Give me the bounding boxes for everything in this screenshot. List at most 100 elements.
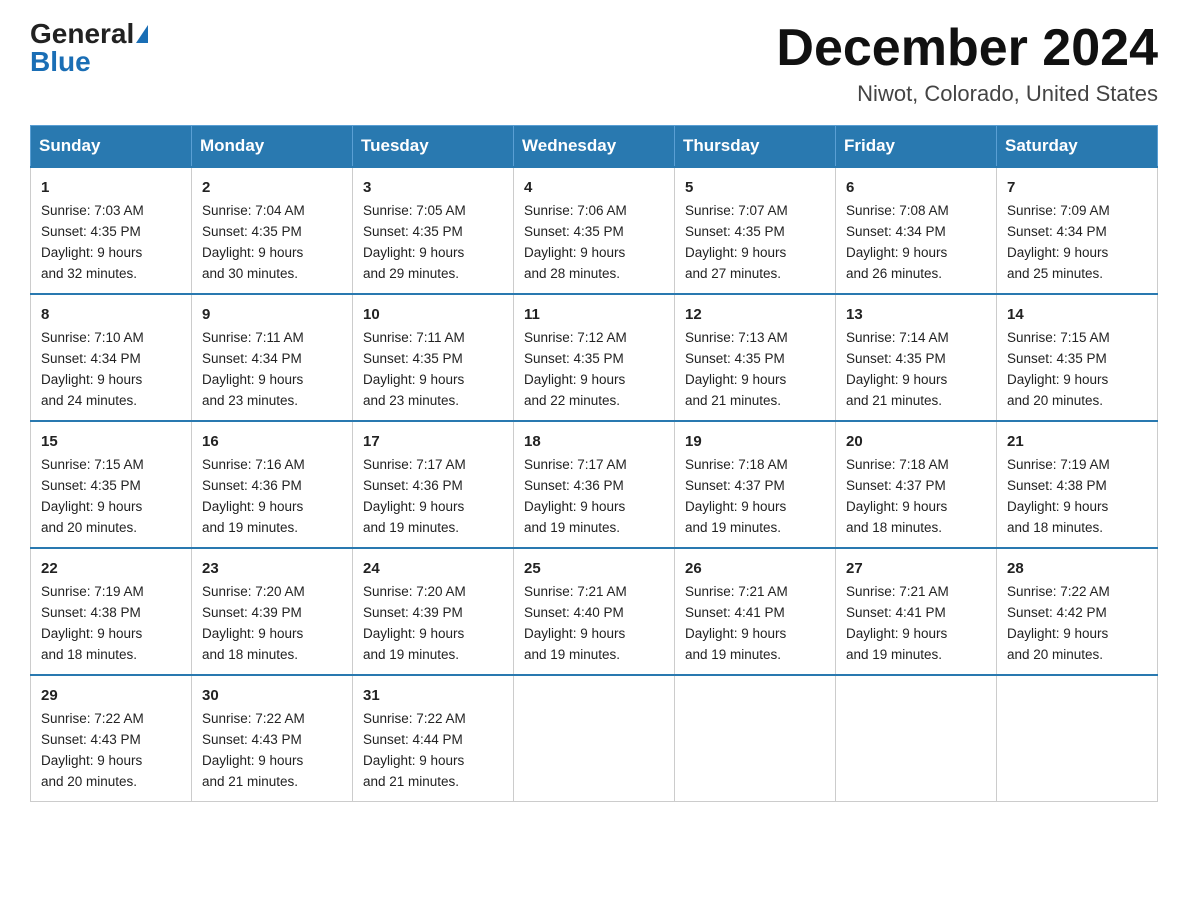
- day-info: Sunrise: 7:07 AMSunset: 4:35 PMDaylight:…: [685, 203, 788, 281]
- day-info: Sunrise: 7:12 AMSunset: 4:35 PMDaylight:…: [524, 330, 627, 408]
- day-number: 4: [524, 176, 664, 199]
- calendar-day-23: 23 Sunrise: 7:20 AMSunset: 4:39 PMDayligh…: [192, 548, 353, 675]
- day-info: Sunrise: 7:06 AMSunset: 4:35 PMDaylight:…: [524, 203, 627, 281]
- calendar-day-12: 12 Sunrise: 7:13 AMSunset: 4:35 PMDayligh…: [675, 294, 836, 421]
- calendar-day-21: 21 Sunrise: 7:19 AMSunset: 4:38 PMDayligh…: [997, 421, 1158, 548]
- calendar-table: SundayMondayTuesdayWednesdayThursdayFrid…: [30, 125, 1158, 802]
- day-info: Sunrise: 7:05 AMSunset: 4:35 PMDaylight:…: [363, 203, 466, 281]
- day-info: Sunrise: 7:13 AMSunset: 4:35 PMDaylight:…: [685, 330, 788, 408]
- day-info: Sunrise: 7:22 AMSunset: 4:43 PMDaylight:…: [41, 711, 144, 789]
- day-number: 24: [363, 557, 503, 580]
- calendar-empty-cell: [997, 675, 1158, 801]
- day-info: Sunrise: 7:22 AMSunset: 4:42 PMDaylight:…: [1007, 584, 1110, 662]
- day-info: Sunrise: 7:10 AMSunset: 4:34 PMDaylight:…: [41, 330, 144, 408]
- day-number: 31: [363, 684, 503, 707]
- calendar-day-17: 17 Sunrise: 7:17 AMSunset: 4:36 PMDayligh…: [353, 421, 514, 548]
- logo-triangle-icon: [136, 25, 148, 43]
- calendar-day-3: 3 Sunrise: 7:05 AMSunset: 4:35 PMDaylight…: [353, 167, 514, 294]
- title-block: December 2024 Niwot, Colorado, United St…: [776, 20, 1158, 107]
- day-number: 30: [202, 684, 342, 707]
- calendar-day-15: 15 Sunrise: 7:15 AMSunset: 4:35 PMDayligh…: [31, 421, 192, 548]
- day-number: 9: [202, 303, 342, 326]
- day-info: Sunrise: 7:21 AMSunset: 4:41 PMDaylight:…: [685, 584, 788, 662]
- calendar-week-1: 1 Sunrise: 7:03 AMSunset: 4:35 PMDaylight…: [31, 167, 1158, 294]
- calendar-day-27: 27Sunrise: 7:21 AMSunset: 4:41 PMDayligh…: [836, 548, 997, 675]
- calendar-day-31: 31 Sunrise: 7:22 AMSunset: 4:44 PMDayligh…: [353, 675, 514, 801]
- calendar-day-22: 22Sunrise: 7:19 AMSunset: 4:38 PMDayligh…: [31, 548, 192, 675]
- day-info: Sunrise: 7:15 AMSunset: 4:35 PMDaylight:…: [1007, 330, 1110, 408]
- day-info: Sunrise: 7:16 AMSunset: 4:36 PMDaylight:…: [202, 457, 305, 535]
- day-number: 17: [363, 430, 503, 453]
- day-number: 29: [41, 684, 181, 707]
- day-info: Sunrise: 7:15 AMSunset: 4:35 PMDaylight:…: [41, 457, 144, 535]
- day-info: Sunrise: 7:21 AMSunset: 4:41 PMDaylight:…: [846, 584, 949, 662]
- day-number: 8: [41, 303, 181, 326]
- calendar-week-2: 8 Sunrise: 7:10 AMSunset: 4:34 PMDaylight…: [31, 294, 1158, 421]
- location: Niwot, Colorado, United States: [776, 81, 1158, 107]
- day-number: 6: [846, 176, 986, 199]
- calendar-day-18: 18Sunrise: 7:17 AMSunset: 4:36 PMDayligh…: [514, 421, 675, 548]
- day-number: 12: [685, 303, 825, 326]
- day-info: Sunrise: 7:11 AMSunset: 4:34 PMDaylight:…: [202, 330, 304, 408]
- calendar-day-25: 25 Sunrise: 7:21 AMSunset: 4:40 PMDayligh…: [514, 548, 675, 675]
- day-info: Sunrise: 7:22 AMSunset: 4:44 PMDaylight:…: [363, 711, 466, 789]
- weekday-header-monday: Monday: [192, 126, 353, 168]
- calendar-day-7: 7Sunrise: 7:09 AMSunset: 4:34 PMDaylight…: [997, 167, 1158, 294]
- day-info: Sunrise: 7:04 AMSunset: 4:35 PMDaylight:…: [202, 203, 305, 281]
- day-number: 16: [202, 430, 342, 453]
- day-number: 15: [41, 430, 181, 453]
- calendar-day-29: 29 Sunrise: 7:22 AMSunset: 4:43 PMDayligh…: [31, 675, 192, 801]
- page-header: General Blue December 2024 Niwot, Colora…: [30, 20, 1158, 107]
- calendar-day-24: 24 Sunrise: 7:20 AMSunset: 4:39 PMDayligh…: [353, 548, 514, 675]
- calendar-week-5: 29 Sunrise: 7:22 AMSunset: 4:43 PMDayligh…: [31, 675, 1158, 801]
- day-number: 3: [363, 176, 503, 199]
- day-info: Sunrise: 7:21 AMSunset: 4:40 PMDaylight:…: [524, 584, 627, 662]
- day-number: 25: [524, 557, 664, 580]
- calendar-empty-cell: [514, 675, 675, 801]
- day-info: Sunrise: 7:14 AMSunset: 4:35 PMDaylight:…: [846, 330, 949, 408]
- day-number: 26: [685, 557, 825, 580]
- calendar-day-20: 20Sunrise: 7:18 AMSunset: 4:37 PMDayligh…: [836, 421, 997, 548]
- weekday-header-wednesday: Wednesday: [514, 126, 675, 168]
- day-info: Sunrise: 7:03 AMSunset: 4:35 PMDaylight:…: [41, 203, 144, 281]
- day-info: Sunrise: 7:08 AMSunset: 4:34 PMDaylight:…: [846, 203, 949, 281]
- calendar-day-28: 28Sunrise: 7:22 AMSunset: 4:42 PMDayligh…: [997, 548, 1158, 675]
- calendar-empty-cell: [675, 675, 836, 801]
- calendar-day-8: 8 Sunrise: 7:10 AMSunset: 4:34 PMDaylight…: [31, 294, 192, 421]
- day-number: 18: [524, 430, 664, 453]
- calendar-empty-cell: [836, 675, 997, 801]
- day-info: Sunrise: 7:17 AMSunset: 4:36 PMDaylight:…: [363, 457, 466, 535]
- calendar-day-2: 2Sunrise: 7:04 AMSunset: 4:35 PMDaylight…: [192, 167, 353, 294]
- calendar-week-4: 22Sunrise: 7:19 AMSunset: 4:38 PMDayligh…: [31, 548, 1158, 675]
- calendar-day-5: 5 Sunrise: 7:07 AMSunset: 4:35 PMDaylight…: [675, 167, 836, 294]
- calendar-day-14: 14 Sunrise: 7:15 AMSunset: 4:35 PMDayligh…: [997, 294, 1158, 421]
- logo-general-text: General: [30, 20, 148, 48]
- day-number: 20: [846, 430, 986, 453]
- weekday-header-tuesday: Tuesday: [353, 126, 514, 168]
- day-number: 21: [1007, 430, 1147, 453]
- day-number: 5: [685, 176, 825, 199]
- day-info: Sunrise: 7:20 AMSunset: 4:39 PMDaylight:…: [202, 584, 305, 662]
- calendar-week-3: 15 Sunrise: 7:15 AMSunset: 4:35 PMDayligh…: [31, 421, 1158, 548]
- day-number: 1: [41, 176, 181, 199]
- calendar-day-30: 30 Sunrise: 7:22 AMSunset: 4:43 PMDayligh…: [192, 675, 353, 801]
- calendar-day-1: 1 Sunrise: 7:03 AMSunset: 4:35 PMDaylight…: [31, 167, 192, 294]
- logo: General Blue: [30, 20, 148, 76]
- day-number: 13: [846, 303, 986, 326]
- day-info: Sunrise: 7:11 AMSunset: 4:35 PMDaylight:…: [363, 330, 465, 408]
- day-number: 10: [363, 303, 503, 326]
- day-info: Sunrise: 7:20 AMSunset: 4:39 PMDaylight:…: [363, 584, 466, 662]
- calendar-day-16: 16 Sunrise: 7:16 AMSunset: 4:36 PMDayligh…: [192, 421, 353, 548]
- calendar-day-10: 10 Sunrise: 7:11 AMSunset: 4:35 PMDayligh…: [353, 294, 514, 421]
- day-number: 14: [1007, 303, 1147, 326]
- day-number: 11: [524, 303, 664, 326]
- calendar-day-9: 9 Sunrise: 7:11 AMSunset: 4:34 PMDaylight…: [192, 294, 353, 421]
- weekday-header-sunday: Sunday: [31, 126, 192, 168]
- day-info: Sunrise: 7:19 AMSunset: 4:38 PMDaylight:…: [1007, 457, 1110, 535]
- day-number: 7: [1007, 176, 1147, 199]
- day-number: 23: [202, 557, 342, 580]
- calendar-day-19: 19Sunrise: 7:18 AMSunset: 4:37 PMDayligh…: [675, 421, 836, 548]
- day-info: Sunrise: 7:18 AMSunset: 4:37 PMDaylight:…: [685, 457, 788, 535]
- day-info: Sunrise: 7:22 AMSunset: 4:43 PMDaylight:…: [202, 711, 305, 789]
- month-title: December 2024: [776, 20, 1158, 77]
